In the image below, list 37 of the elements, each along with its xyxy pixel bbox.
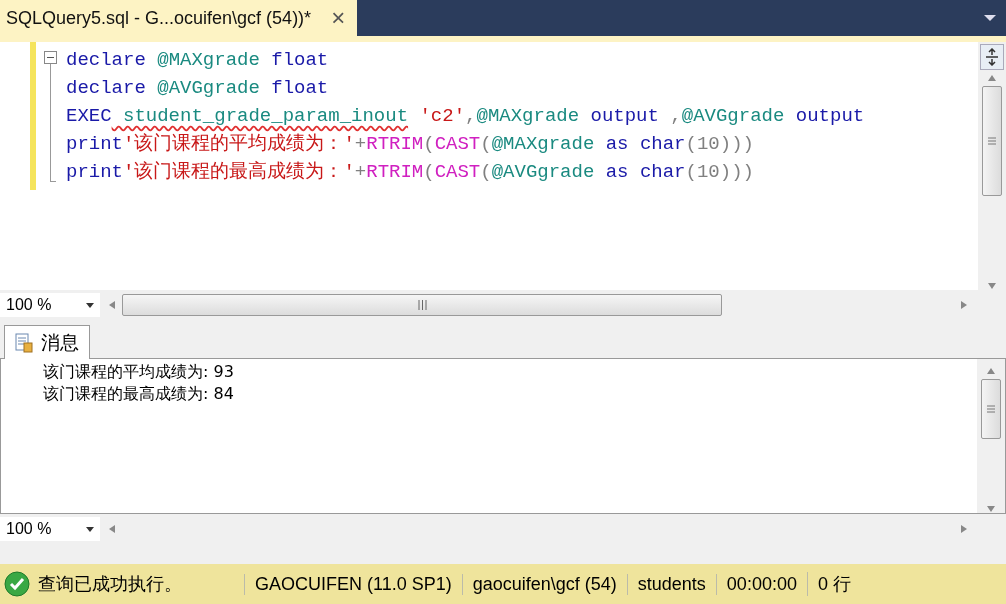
split-icon <box>985 48 999 66</box>
scroll-right-icon[interactable] <box>960 301 968 309</box>
message-text: 该门课程的最高成绩为: 84 <box>43 383 235 405</box>
status-field: GAOCUIFEN (11.0 SP1) <box>244 573 462 595</box>
collapse-icon[interactable] <box>44 51 57 64</box>
caret-icon <box>86 302 94 308</box>
dropdown-icon[interactable] <box>982 13 998 23</box>
status-field: 0 行 <box>806 572 861 596</box>
split-button[interactable] <box>980 44 1004 70</box>
close-button[interactable]: × <box>331 6 346 30</box>
scroll-up-icon[interactable] <box>988 74 996 82</box>
scrollbar-thumb[interactable] <box>981 379 1001 439</box>
scroll-left-icon[interactable] <box>108 301 116 309</box>
grip-icon <box>417 300 427 310</box>
document-tab[interactable]: SQLQuery5.sql - G...ocuifen\gcf (54))* × <box>0 0 358 36</box>
code-line: declare @MAXgrade float <box>66 48 330 73</box>
tab-title: SQLQuery5.sql - G...ocuifen\gcf (54))* <box>6 7 312 29</box>
code-line: print'该门课程的最高成绩为：'+RTRIM(CAST(@AVGgrade as char(10))) <box>66 160 755 185</box>
status-field: 00:00:00 <box>715 573 807 595</box>
zoom-dropdown[interactable]: 100 % <box>0 293 100 317</box>
caret-icon <box>86 526 94 532</box>
scrollbar-thumb[interactable] <box>982 86 1002 196</box>
status-message: 查询已成功执行。 <box>38 573 182 596</box>
scrollbar-thumb[interactable] <box>122 294 722 316</box>
message-text: 该门课程的平均成绩为: 93 <box>43 361 235 383</box>
messages-tab[interactable]: 消息 <box>4 325 90 359</box>
status-field: students <box>626 573 716 595</box>
scroll-up-icon[interactable] <box>987 367 995 375</box>
scroll-right-icon[interactable] <box>960 525 968 533</box>
code-line: EXEC student_grade_param_inout 'c2',@MAXgrade output ,@AVGgrade output <box>66 104 866 129</box>
zoom-dropdown[interactable]: 100 % <box>0 517 100 541</box>
document-icon <box>15 332 33 353</box>
code-line: print'该门课程的平均成绩为：'+RTRIM(CAST(@MAXgrade as char(10))) <box>66 132 755 157</box>
status-field: gaocuifen\gcf (54) <box>461 573 627 595</box>
scroll-left-icon[interactable] <box>108 525 116 533</box>
code-line: declare @AVGgrade float <box>66 76 330 101</box>
success-icon <box>4 571 30 597</box>
